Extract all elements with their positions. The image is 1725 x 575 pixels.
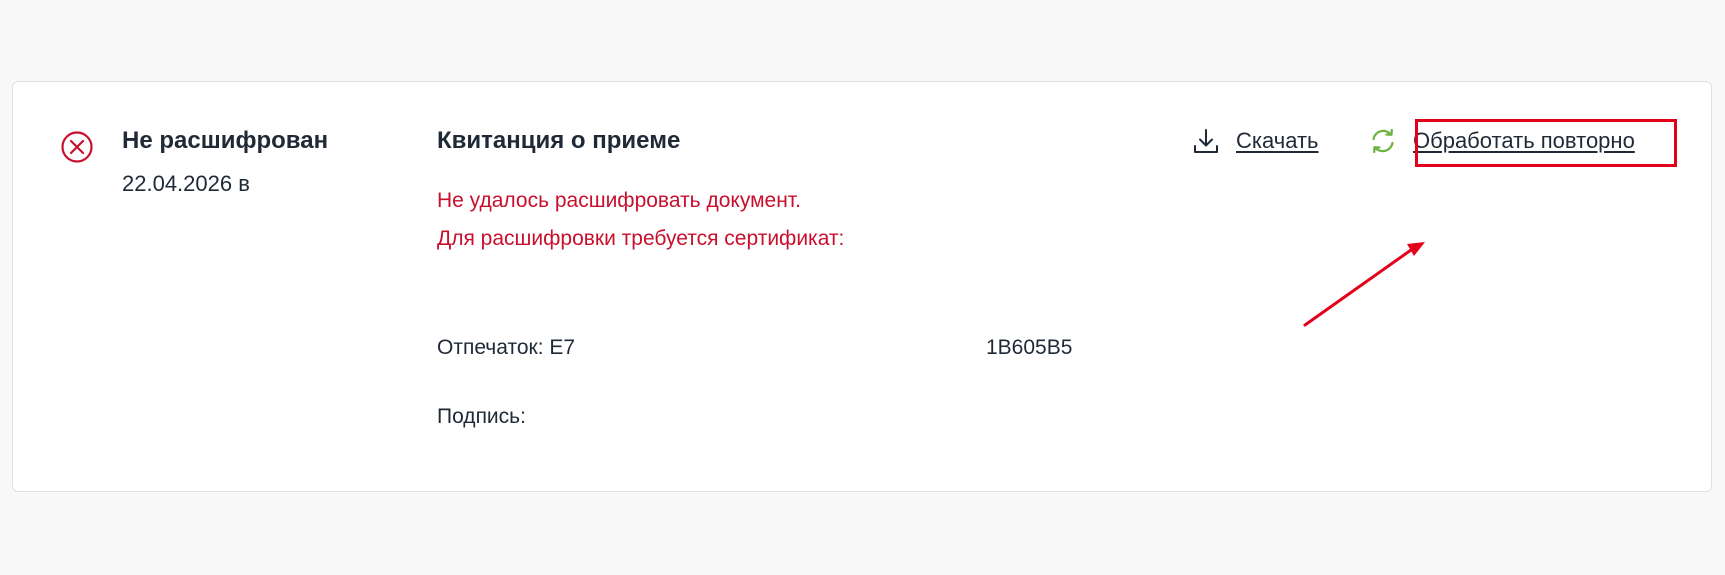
refresh-icon [1372, 128, 1394, 154]
reprocess-link-text[interactable]: Обработать повторно [1413, 128, 1635, 154]
thumbprint-label: Отпечаток: E7 [437, 336, 576, 359]
download-link-text[interactable]: Скачать [1236, 128, 1319, 154]
thumbprint-value-tail: 1B605B5 [986, 336, 1073, 359]
annotation-arrow-icon [1303, 242, 1425, 327]
download-icon [1194, 129, 1218, 153]
download-button[interactable]: Скачать [1192, 127, 1319, 155]
document-title: Квитанция о приеме [437, 127, 681, 154]
signature-label: Подпись: [437, 405, 526, 428]
error-circle-x-icon [61, 131, 93, 163]
status-title: Не расшифрован [122, 127, 329, 154]
reprocess-button[interactable]: Обработать повторно [1369, 127, 1635, 155]
document-status-card: Не расшифрован 22.04.2026 в Квитанция о … [12, 81, 1712, 492]
decrypt-error-message: Не удалось расшифровать документ. [437, 189, 801, 212]
certificate-required-message: Для расшифровки требуется сертификат: [437, 227, 845, 250]
status-date: 22.04.2026 в [122, 171, 250, 196]
